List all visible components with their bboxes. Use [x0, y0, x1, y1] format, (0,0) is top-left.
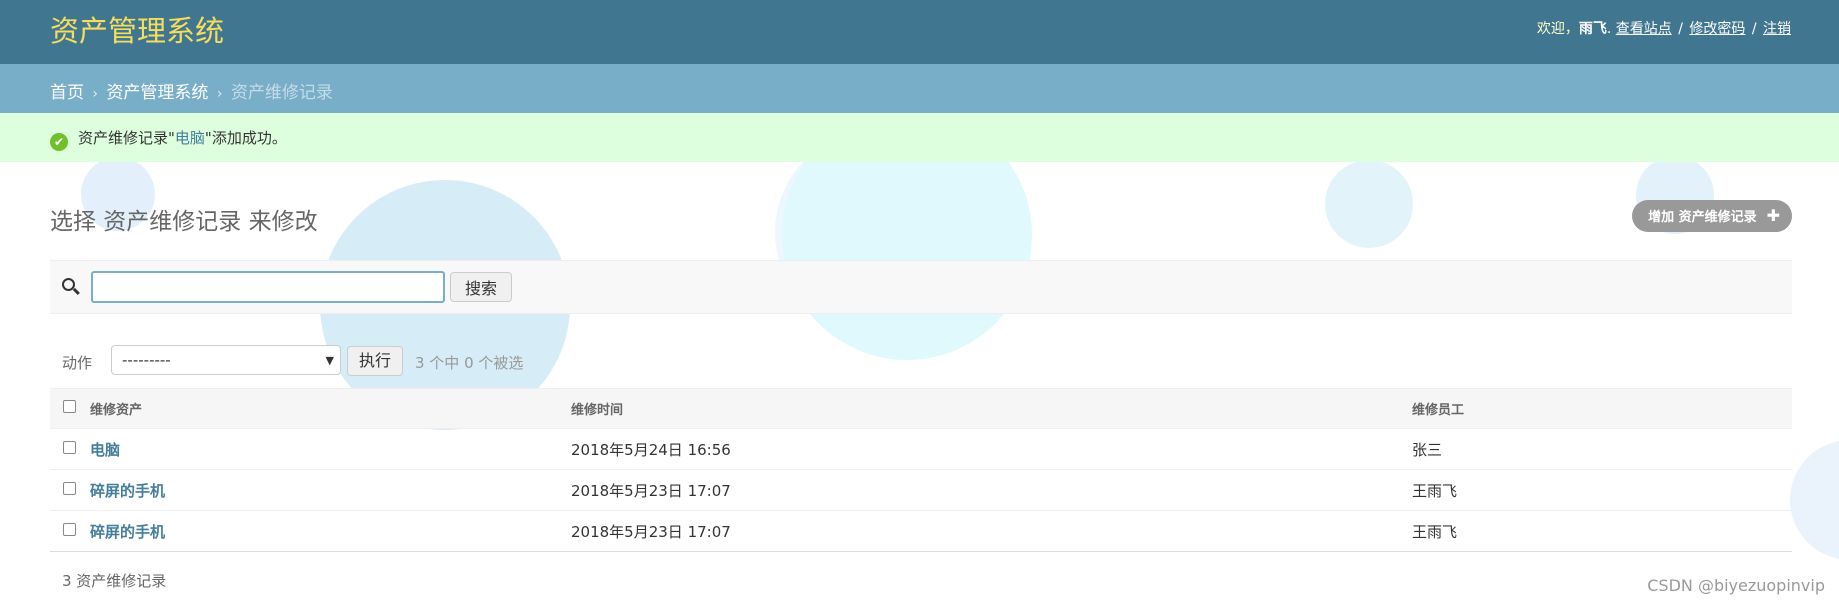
welcome-text: 欢迎，: [1536, 21, 1579, 37]
message-suffix: "添加成功。: [204, 129, 287, 147]
asset-link[interactable]: 碎屏的手机: [90, 523, 165, 541]
breadcrumb-separator: ›: [216, 86, 223, 102]
search-icon: [62, 278, 82, 298]
success-message: ✔ 资产维修记录"电脑"添加成功。: [0, 113, 1839, 162]
select-all-checkbox[interactable]: [63, 400, 76, 413]
paginator: 3 资产维修记录: [62, 572, 167, 590]
header: 资产管理系统 欢迎，雨飞. 查看站点 / 修改密码 / 注销: [0, 0, 1839, 64]
breadcrumb-app[interactable]: 资产管理系统: [106, 83, 208, 103]
select-all-cell: [50, 388, 90, 429]
action-select-value: ---------: [122, 351, 171, 369]
repair-staff: 王雨飞: [1412, 510, 1792, 552]
add-button-label: 增加 资产维修记录: [1648, 210, 1757, 225]
search-input[interactable]: [91, 271, 445, 303]
search-toolbar: 搜索: [50, 260, 1792, 314]
logout-link[interactable]: 注销: [1763, 21, 1791, 37]
repair-time: 2018年5月23日 17:07: [571, 469, 1412, 511]
repair-time: 2018年5月23日 17:07: [571, 510, 1412, 552]
page-title: 选择 资产维修记录 来修改: [50, 209, 318, 235]
action-select[interactable]: --------- ▼: [111, 345, 341, 375]
asset-link[interactable]: 碎屏的手机: [90, 482, 165, 500]
column-header-staff[interactable]: 维修员工: [1412, 388, 1792, 429]
plus-icon: ✚: [1766, 206, 1780, 225]
row-checkbox[interactable]: [63, 482, 76, 495]
repair-staff: 张三: [1412, 428, 1792, 470]
username: 雨飞: [1578, 21, 1607, 37]
success-check-icon: ✔: [50, 133, 68, 151]
site-title[interactable]: 资产管理系统: [50, 8, 224, 50]
watermark: CSDN @biyezuopinvip: [1647, 576, 1825, 595]
column-header-asset[interactable]: 维修资产: [90, 388, 571, 429]
repair-staff: 王雨飞: [1412, 469, 1792, 511]
row-checkbox[interactable]: [63, 523, 76, 536]
table-header-row: 维修资产 维修时间 维修员工: [50, 388, 1792, 429]
separator: /: [1751, 21, 1757, 37]
add-record-button[interactable]: 增加 资产维修记录 ✚: [1632, 200, 1792, 232]
row-select-cell: [50, 510, 90, 552]
user-tools: 欢迎，雨飞. 查看站点 / 修改密码 / 注销: [1536, 21, 1791, 37]
table-row: 碎屏的手机 2018年5月23日 17:07 王雨飞: [50, 510, 1792, 552]
result-table: 维修资产 维修时间 维修员工 电脑 2018年5月24日 16:56 张三 碎屏…: [50, 388, 1792, 552]
action-label: 动作: [62, 354, 93, 372]
background-bubble: [1790, 440, 1839, 560]
background-bubble: [1325, 160, 1413, 248]
search-button[interactable]: 搜索: [450, 272, 512, 302]
table-row: 碎屏的手机 2018年5月23日 17:07 王雨飞: [50, 469, 1792, 511]
breadcrumb: 首页 › 资产管理系统 › 资产维修记录: [0, 64, 1839, 113]
message-prefix: 资产维修记录": [78, 129, 175, 147]
asset-link[interactable]: 电脑: [90, 441, 120, 459]
row-select-cell: [50, 428, 90, 470]
row-select-cell: [50, 469, 90, 511]
view-site-link[interactable]: 查看站点: [1616, 21, 1672, 37]
caret-down-icon: ▼: [325, 354, 334, 367]
repair-time: 2018年5月24日 16:56: [571, 428, 1412, 470]
table-row: 电脑 2018年5月24日 16:56 张三: [50, 428, 1792, 470]
action-go-button[interactable]: 执行: [347, 346, 403, 376]
breadcrumb-home[interactable]: 首页: [50, 83, 84, 103]
breadcrumb-separator: ›: [92, 86, 99, 102]
message-link[interactable]: 电脑: [175, 129, 205, 147]
change-password-link[interactable]: 修改密码: [1689, 21, 1745, 37]
action-counter: 3 个中 0 个被选: [415, 354, 524, 372]
row-checkbox[interactable]: [63, 441, 76, 454]
separator: /: [1678, 21, 1683, 37]
actions-bar: 动作 --------- ▼ 执行 3 个中 0 个被选: [50, 345, 1792, 377]
column-header-time[interactable]: 维修时间: [571, 388, 1412, 429]
breadcrumb-current: 资产维修记录: [230, 83, 333, 103]
